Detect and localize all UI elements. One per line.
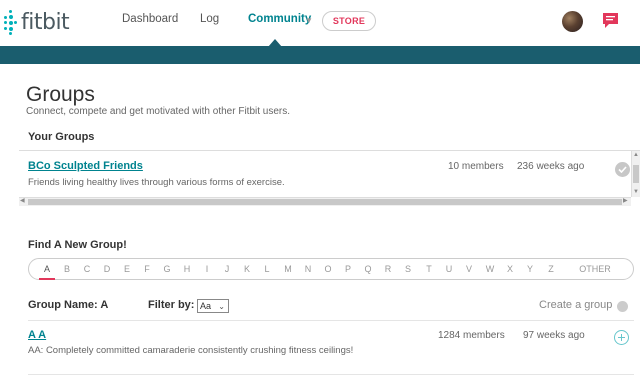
result-group-name-link[interactable]: A A [28,329,46,341]
logo-text: fitbit [21,9,70,35]
chevron-down-icon[interactable]: ▼ [305,16,313,25]
scroll-down-arrow-icon[interactable]: ▼ [633,189,639,195]
letter-t[interactable]: T [422,264,436,274]
fitbit-logo[interactable]: fitbit [4,9,70,35]
letter-g[interactable]: G [160,264,174,274]
top-nav: fitbit Dashboard Log Community ▼ STORE [0,0,640,44]
join-group-plus-icon[interactable] [614,330,629,345]
letter-a[interactable]: A [40,264,54,274]
group-members-count: 10 members [448,161,504,172]
your-groups-list: BCo Sculpted Friends Friends living heal… [19,150,640,206]
chevron-down-icon: ⌄ [218,302,225,311]
letter-m[interactable]: M [281,264,295,274]
alphabet-filter: A B C D E F G H I J K L M N O P Q R S T … [28,258,634,280]
letter-i[interactable]: I [200,264,214,274]
nav-log[interactable]: Log [200,13,219,25]
horizontal-scroll-thumb[interactable] [28,199,622,205]
vertical-scroll-thumb[interactable] [633,165,639,183]
nav-community[interactable]: Community [248,13,311,25]
filter-by-label: Filter by: [148,299,195,311]
letter-d[interactable]: D [100,264,114,274]
scroll-up-arrow-icon[interactable]: ▲ [633,152,639,158]
letter-h[interactable]: H [180,264,194,274]
result-group-age: 97 weeks ago [523,330,585,341]
letter-c[interactable]: C [80,264,94,274]
letter-j[interactable]: J [220,264,234,274]
results-divider [28,320,634,321]
avatar[interactable] [562,11,583,32]
scroll-right-arrow-icon[interactable]: ▶ [623,197,628,204]
logo-dots-icon [4,9,18,35]
result-members-count: 1284 members [438,330,505,341]
header-band [0,46,640,64]
letter-v[interactable]: V [462,264,476,274]
group-name-filter-label: Group Name: A [28,299,109,311]
store-button[interactable]: STORE [322,11,376,31]
vertical-scrollbar[interactable]: ▲ ▼ [631,151,640,197]
your-groups-heading: Your Groups [28,131,95,143]
letter-q[interactable]: Q [361,264,375,274]
letter-u[interactable]: U [442,264,456,274]
results-divider-bottom [28,374,634,375]
letter-s[interactable]: S [401,264,415,274]
letter-n[interactable]: N [301,264,315,274]
letter-o[interactable]: O [321,264,335,274]
filter-select-value: Aa [200,301,212,311]
result-group-description: AA: Completely committed camaraderie con… [28,345,354,356]
letter-y[interactable]: Y [523,264,537,274]
joined-check-icon[interactable] [615,162,630,177]
letter-r[interactable]: R [381,264,395,274]
messages-icon[interactable] [602,12,619,29]
letter-p[interactable]: P [341,264,355,274]
page-subtitle: Connect, compete and get motivated with … [26,106,291,117]
page-title: Groups [26,83,95,106]
create-group-link[interactable]: Create a group [539,299,612,311]
filter-select[interactable]: Aa ⌄ [197,299,229,313]
horizontal-scrollbar[interactable]: ◀ ▶ [19,197,631,206]
group-age: 236 weeks ago [517,161,585,172]
group-description: Friends living healthy lives through var… [28,177,285,188]
letter-z[interactable]: Z [544,264,558,274]
nav-dashboard[interactable]: Dashboard [122,13,178,25]
letter-e[interactable]: E [120,264,134,274]
active-letter-indicator [39,278,55,280]
create-group-icon[interactable] [617,301,628,312]
find-group-heading: Find A New Group! [28,239,127,251]
group-name-link[interactable]: BCo Sculpted Friends [28,160,143,172]
letter-k[interactable]: K [240,264,254,274]
letter-x[interactable]: X [503,264,517,274]
letter-w[interactable]: W [483,264,497,274]
letter-other[interactable]: OTHER [578,264,612,274]
letter-f[interactable]: F [140,264,154,274]
letter-l[interactable]: L [260,264,274,274]
scroll-left-arrow-icon[interactable]: ◀ [20,197,25,204]
letter-b[interactable]: B [60,264,74,274]
